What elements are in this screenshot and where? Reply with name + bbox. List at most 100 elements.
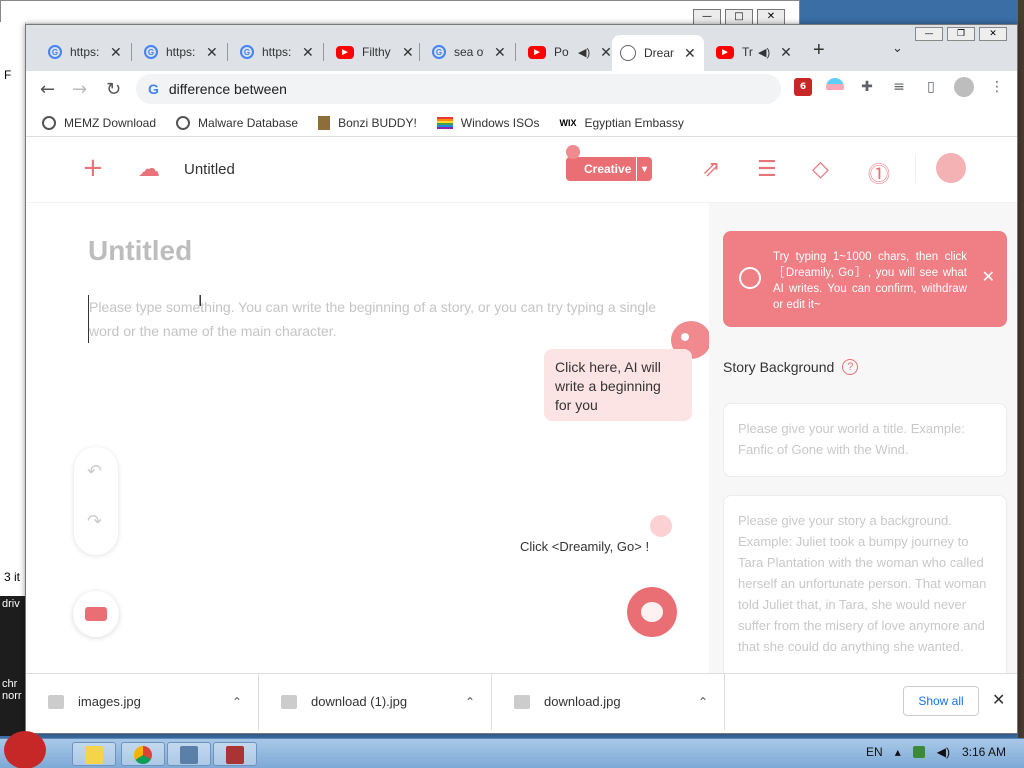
redo-icon[interactable]: ↷ [87,511,102,532]
taskbar-app[interactable] [167,742,211,766]
tab[interactable]: G https: ✕ [136,37,226,67]
taskbar: EN ▴ ◀) 3:16 AM [0,731,1024,768]
forward-arrow-icon[interactable]: → [72,79,87,100]
cloud-sync-icon[interactable]: ☁ [138,157,160,182]
tab-label: Po [554,45,569,59]
close-icon[interactable]: ✕ [600,44,612,61]
taskbar-app[interactable] [121,742,165,766]
address-bar[interactable]: G difference between [136,74,781,104]
winrar-icon [226,746,244,764]
tab[interactable]: G sea of ✕ [424,37,514,67]
download-filename: download (1).jpg [311,694,408,709]
bg-text: chr [2,678,18,690]
background-desktop-edge [1018,0,1024,740]
dreamily-go-button[interactable] [627,587,677,637]
maximize-button[interactable]: ❐ [947,27,975,41]
feedback-icon[interactable]: ⓵ [868,157,890,189]
battery-icon[interactable] [912,746,925,758]
world-title-field[interactable]: Please give your world a title. Example:… [723,403,1007,477]
close-icon[interactable]: ✕ [684,45,696,62]
chevron-up-icon[interactable]: ⌃ [698,695,708,709]
background-window-titlebar [1,1,799,23]
close-button[interactable]: ✕ [757,9,785,25]
story-background-field[interactable]: Please give your story a background. Exa… [723,495,1007,673]
menu-kebab-icon[interactable]: ⋮ [988,78,1006,96]
clock[interactable]: 3:16 AM [962,745,1006,759]
tip-banner: Try typing 1~1000 chars, then click［Drea… [723,231,1007,327]
back-arrow-icon[interactable]: ← [40,79,55,100]
address-text: difference between [168,81,287,97]
maximize-button[interactable]: □ [725,9,753,25]
close-icon[interactable]: ✕ [206,44,218,61]
undo-icon[interactable]: ↶ [87,461,102,482]
bookmark[interactable]: WIX Egyptian Embassy [559,116,683,130]
show-all-button[interactable]: Show all [903,686,979,716]
chevron-up-icon[interactable]: ⌃ [465,695,475,709]
extension-icon[interactable] [826,78,844,96]
start-button[interactable] [4,731,46,768]
bookmark-label: Egyptian Embassy [584,115,684,130]
close-button[interactable]: ✕ [979,27,1007,41]
google-icon: G [240,45,254,59]
close-icon[interactable]: ✕ [402,44,414,61]
close-icon[interactable]: ✕ [110,44,122,61]
close-icon[interactable]: ✕ [302,44,314,61]
tab[interactable]: ▶ Filthy ✕ [328,37,422,67]
profile-avatar[interactable] [954,77,974,97]
chevron-down-icon: ▾ [636,157,652,181]
bg-text: 3 it [4,570,21,584]
language-indicator[interactable]: EN [866,745,883,759]
tab[interactable]: ▶ Po ◀) ✕ [520,37,620,67]
outline-icon[interactable]: ☰ [757,157,777,182]
taskbar-app[interactable] [72,742,116,766]
user-avatar[interactable] [936,153,966,183]
minimize-button[interactable]: — [915,27,943,41]
app-header: + ☁ Untitled Creative ▾ ⇗ ☰ ◇ ⓵ [26,137,1017,203]
close-icon[interactable]: ✕ [780,44,792,61]
mode-selector[interactable]: Creative ▾ [566,145,652,181]
youtube-icon: ▶ [716,45,734,59]
story-body-input[interactable]: Please type something. You can write the… [88,295,678,343]
help-icon[interactable]: ? [842,359,859,375]
bookmark[interactable]: MEMZ Download [42,115,156,130]
new-tab-button[interactable]: + [813,39,825,62]
download-item[interactable]: images.jpg ⌃ [26,673,259,730]
tab[interactable]: G https: ✕ [40,37,130,67]
bookmark[interactable]: Bonzi BUDDY! [318,115,417,130]
minimize-button[interactable]: — [693,9,721,25]
bookmark-label: Malware Database [198,115,299,130]
close-icon[interactable]: ✕ [992,690,1005,709]
tab-search-button[interactable]: ⌄ [892,40,903,56]
share-icon[interactable]: ⇗ [702,157,720,182]
close-icon[interactable]: ✕ [494,44,506,61]
close-icon[interactable]: ✕ [982,269,995,285]
browser-toolbar: ← → ↻ G difference between 6 ✚ ≡ ▯ ⋮ [26,71,1017,109]
bookmark[interactable]: Malware Database [176,115,299,130]
tab[interactable]: G https: ✕ [232,37,322,67]
taskbar-app[interactable] [213,742,257,766]
side-panel-icon[interactable]: ▯ [922,78,940,96]
bookmark[interactable]: Windows ISOs [436,115,540,130]
plus-icon[interactable]: + [82,153,104,183]
chevron-up-icon[interactable]: ▴ [895,745,901,759]
section-label: Story Background [723,359,835,375]
reload-icon[interactable]: ↻ [106,79,121,100]
story-title-input[interactable]: Untitled [88,235,192,267]
extension-icons: 6 ✚ ≡ ▯ ⋮ [794,77,1006,97]
ai-start-tip[interactable]: Click here, AI will write a beginning fo… [544,349,692,421]
puzzle-icon[interactable]: ✚ [858,78,876,96]
document-title[interactable]: Untitled [184,161,235,178]
ublock-extension-icon[interactable]: 6 [794,78,812,96]
tab-active[interactable]: Drean ✕ [612,35,704,71]
download-item[interactable]: download (1).jpg ⌃ [259,673,492,730]
download-item[interactable]: download.jpg ⌃ [492,673,725,730]
media-control-icon[interactable]: ≡ [890,78,908,96]
chevron-up-icon[interactable]: ⌃ [232,695,242,709]
speaker-icon[interactable]: ◀) [937,745,950,759]
keyboard-button[interactable] [73,591,119,637]
bookmark-label: Windows ISOs [460,115,540,130]
tab[interactable]: ▶ Tr ◀) ✕ [708,37,800,67]
diamond-icon[interactable]: ◇ [812,157,829,182]
window-icon [180,746,198,764]
system-tray: EN ▴ ◀) 3:16 AM [866,745,1006,759]
